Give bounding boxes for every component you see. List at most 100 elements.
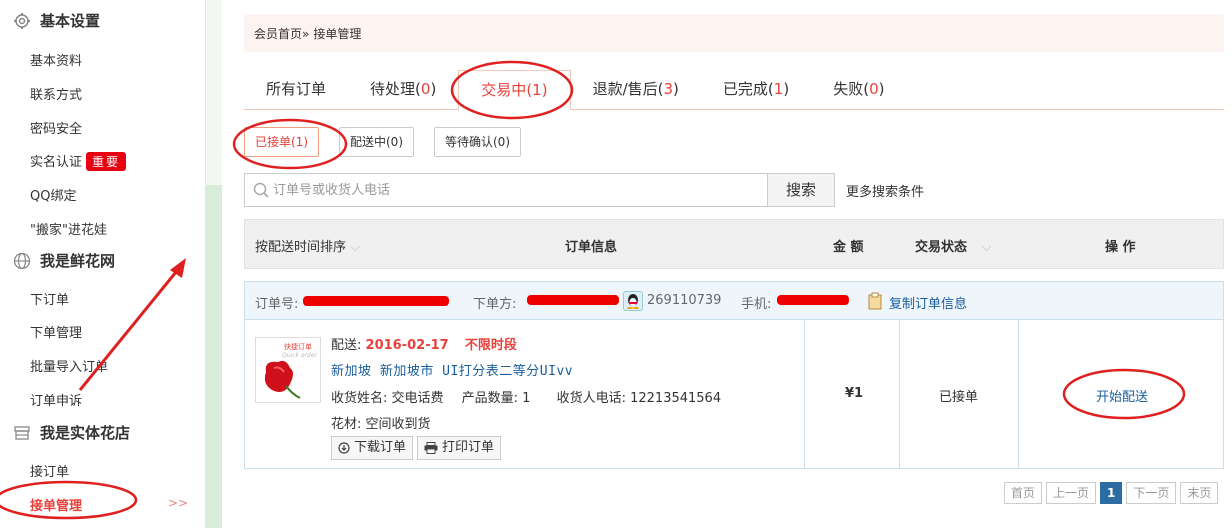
header-order-info: 订单信息 xyxy=(565,240,618,255)
qq-icon[interactable] xyxy=(623,291,643,311)
product-thumbnail[interactable]: 快捷订单 Quick order xyxy=(255,337,321,403)
sidebar-item-place-order[interactable]: 下订单 xyxy=(30,289,69,308)
download-icon xyxy=(338,442,350,454)
gear-icon xyxy=(12,11,32,31)
delivery-time: 不限时段 xyxy=(464,338,517,353)
order-body: 快捷订单 Quick order 配送: 2016-02-17 不限时段 新加坡… xyxy=(245,320,1223,468)
tab-count: 0 xyxy=(420,80,431,98)
recipient-phone: 收货人电话: 12213541564 xyxy=(556,391,722,406)
delivery-line: 配送: 2016-02-17 不限时段 xyxy=(331,334,517,353)
start-delivery-button[interactable]: 开始配送 xyxy=(1096,386,1148,405)
tab-count: 1 xyxy=(773,80,784,98)
tab-count: 3 xyxy=(663,80,674,98)
last-page-button[interactable]: 末页 xyxy=(1180,482,1219,504)
sidebar-item-accept-manage[interactable]: 接单管理 xyxy=(30,495,82,514)
delivery-date: 2016-02-17 xyxy=(365,338,449,353)
order-status: 已接单 xyxy=(939,390,979,405)
tab-trading[interactable]: 交易中(1) xyxy=(458,70,571,110)
next-page-button[interactable]: 下一页 xyxy=(1126,482,1177,504)
tab-completed[interactable]: 已完成(1) xyxy=(701,70,811,110)
tab-label: 待处理 xyxy=(370,80,416,98)
delivery-label: 配送: xyxy=(331,338,362,353)
section-title: 我是实体花店 xyxy=(40,424,131,442)
tab-count: 0 xyxy=(869,80,879,98)
sidebar-item-qq[interactable]: QQ绑定 xyxy=(30,185,76,204)
order-amount: ¥1 xyxy=(845,386,864,401)
subtab-awaiting-confirm[interactable]: 等待确认(0) xyxy=(434,127,521,157)
sidebar-item-batch-import[interactable]: 批量导入订单 xyxy=(30,356,108,375)
section-flower-net: 我是鲜花网 xyxy=(12,250,115,271)
thumb-text: 快捷订单 xyxy=(284,342,312,351)
expand-arrow-icon: >> xyxy=(168,496,189,510)
copy-order-info-link[interactable]: 复制订单信息 xyxy=(889,293,967,312)
sidebar-item-migrate[interactable]: "搬家"进花娃 xyxy=(30,219,107,238)
header-status[interactable]: 交易状态 ⌵ xyxy=(915,236,991,255)
breadcrumb-home[interactable]: 会员首页» xyxy=(254,25,309,42)
tab-pending[interactable]: 待处理(0) xyxy=(348,70,458,110)
column-divider xyxy=(899,320,900,468)
order-tabs: 所有订单 待处理(0) 交易中(1) 退款/售后(3) 已完成(1) 失败(0) xyxy=(244,70,1224,110)
section-physical-store: 我是实体花店 xyxy=(12,422,130,443)
tab-label: 交易中 xyxy=(481,81,527,99)
tab-count: 1 xyxy=(532,81,542,99)
main-content: 会员首页» 接单管理 所有订单 待处理(0) 交易中(1) 退款/售后(3) 已… xyxy=(224,0,1232,528)
tab-all[interactable]: 所有订单 xyxy=(244,70,348,110)
first-page-button[interactable]: 首页 xyxy=(1004,482,1043,504)
tab-label: 失败 xyxy=(833,80,864,98)
gutter-highlight xyxy=(206,185,222,528)
subtab-accepted[interactable]: 已接单(1) xyxy=(244,127,319,157)
order-header: 订单号: 下单方: 269110739 手机: 复制订单信息 xyxy=(245,282,1223,320)
chevron-down-icon: ⌵ xyxy=(981,240,992,255)
sidebar-item-contact[interactable]: 联系方式 xyxy=(30,84,82,103)
print-order-button[interactable]: 打印订单 xyxy=(417,436,502,460)
more-search-link[interactable]: 更多搜索条件 xyxy=(846,181,924,200)
search-button[interactable]: 搜索 xyxy=(767,173,835,207)
column-divider xyxy=(1018,320,1019,468)
button-label: 下载订单 xyxy=(354,440,407,455)
sidebar-item-label: 实名认证 xyxy=(30,155,83,170)
tab-failed[interactable]: 失败(0) xyxy=(811,70,906,110)
section-title: 我是鲜花网 xyxy=(40,252,116,270)
header-label: 按配送时间排序 xyxy=(255,240,347,255)
section-basic-settings: 基本设置 xyxy=(12,10,100,31)
globe-icon xyxy=(12,251,32,271)
table-header: 按配送时间排序 ⌵ 订单信息 金 额 交易状态 ⌵ 操 作 xyxy=(244,219,1224,269)
subtab-delivering[interactable]: 配送中(0) xyxy=(339,127,414,157)
sort-by-delivery[interactable]: 按配送时间排序 ⌵ xyxy=(255,236,360,255)
tab-label: 已完成 xyxy=(722,80,768,98)
sidebar-item-profile[interactable]: 基本资料 xyxy=(30,50,82,69)
recipient-line: 收货姓名: 交电话费 产品数量: 1 收货人电话: 12213541564 xyxy=(331,387,721,406)
sidebar-item-order-manage[interactable]: 下单管理 xyxy=(30,322,82,341)
tab-label: 退款/售后 xyxy=(592,80,658,98)
section-title: 基本设置 xyxy=(40,12,101,30)
address-line: 新加坡 新加坡市 UI打分表二等分UIvv xyxy=(331,360,573,379)
sidebar: 基本设置 基本资料 联系方式 密码安全 实名认证 重要 QQ绑定 "搬家"进花娃 … xyxy=(0,0,206,528)
store-icon xyxy=(12,423,32,443)
download-order-button[interactable]: 下载订单 xyxy=(331,436,414,460)
order-card: 订单号: 下单方: 269110739 手机: 复制订单信息 快捷订单 Quic… xyxy=(244,281,1224,469)
search-input[interactable] xyxy=(269,174,767,206)
search-box xyxy=(244,173,768,207)
page-number-current[interactable]: 1 xyxy=(1100,482,1123,504)
prev-page-button[interactable]: 上一页 xyxy=(1046,482,1097,504)
important-badge: 重要 xyxy=(86,152,127,171)
flower-line: 花材: 空间收到货 xyxy=(331,417,431,432)
thumb-subtext: Quick order xyxy=(282,352,318,359)
product-quantity: 产品数量: 1 xyxy=(461,391,531,406)
search-icon xyxy=(253,182,269,198)
delivery-address: 新加坡 新加坡市 UI打分表二等分UIvv xyxy=(331,364,574,379)
sidebar-item-realname[interactable]: 实名认证 重要 xyxy=(30,151,127,171)
tab-refund[interactable]: 退款/售后(3) xyxy=(571,70,701,110)
header-label: 交易状态 xyxy=(915,240,968,255)
sidebar-item-password[interactable]: 密码安全 xyxy=(30,118,82,137)
column-divider xyxy=(804,320,805,468)
header-amount: 金 额 xyxy=(833,240,864,255)
button-label: 打印订单 xyxy=(442,440,495,455)
redaction-mark xyxy=(777,295,849,305)
sidebar-item-accept-order[interactable]: 接订单 xyxy=(30,461,69,480)
breadcrumb: 会员首页» 接单管理 xyxy=(244,14,1224,52)
chevron-down-icon: ⌵ xyxy=(350,240,361,255)
sidebar-item-appeal[interactable]: 订单申诉 xyxy=(30,390,82,409)
header-action: 操 作 xyxy=(1105,240,1136,255)
status-subtabs: 已接单(1) 配送中(0) 等待确认(0) xyxy=(244,127,541,157)
